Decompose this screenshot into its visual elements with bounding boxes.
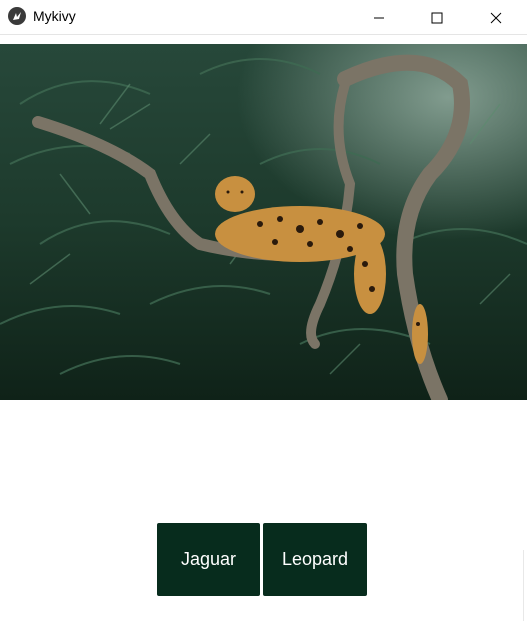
answer-buttons: Jaguar Leopard <box>157 523 367 596</box>
minimize-icon <box>374 17 384 18</box>
kivy-logo-icon <box>8 7 26 25</box>
jaguar-button[interactable]: Jaguar <box>157 523 260 596</box>
jaguar-photo <box>0 44 527 400</box>
divider <box>523 550 524 621</box>
leopard-button[interactable]: Leopard <box>263 523 367 596</box>
maximize-icon <box>431 12 443 23</box>
maximize-button[interactable] <box>414 0 460 35</box>
close-icon <box>490 12 502 23</box>
close-button[interactable] <box>473 0 519 35</box>
minimize-button[interactable] <box>356 0 402 35</box>
window-title: Mykivy <box>33 8 76 24</box>
title-bar: Mykivy <box>0 0 527 35</box>
